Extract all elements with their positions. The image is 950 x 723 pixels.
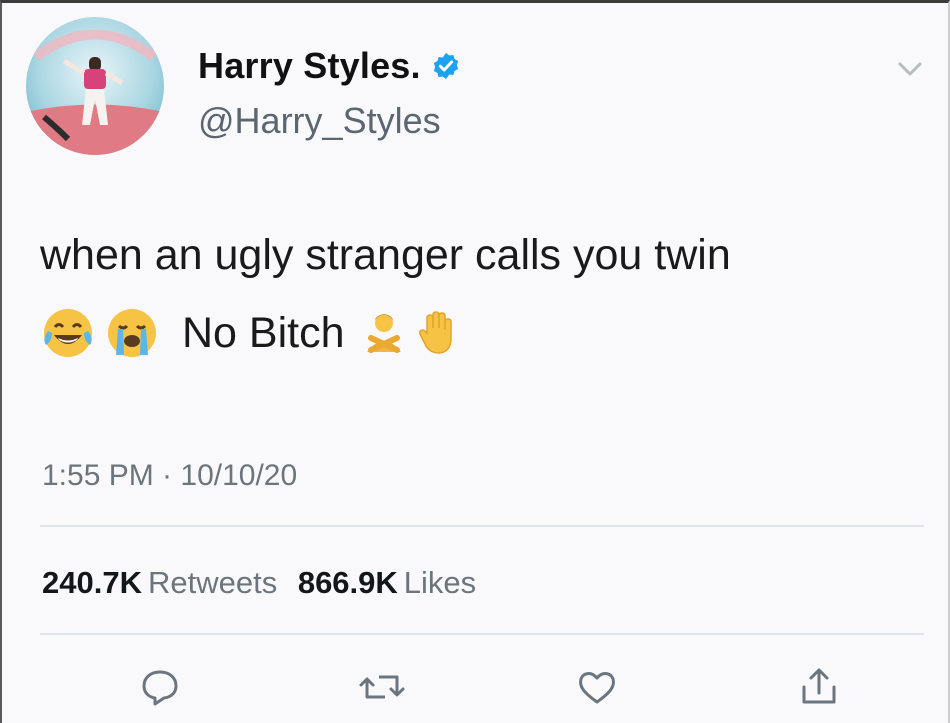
verified-badge-icon xyxy=(431,51,461,81)
retweets-stat[interactable]: 240.7K Retweets xyxy=(42,565,298,600)
retweets-label: Retweets xyxy=(147,565,278,600)
retweet-icon[interactable] xyxy=(357,667,407,707)
tweet-timestamp[interactable]: 1:55 PM · 10/10/20 xyxy=(42,459,297,493)
tweet-stats: 240.7K Retweets 866.9K Likes xyxy=(42,565,488,601)
tweet-text-line2: No Bitch xyxy=(40,305,461,361)
raised-hand-icon xyxy=(415,310,461,356)
divider xyxy=(40,633,924,635)
reply-icon[interactable] xyxy=(138,667,182,707)
person-gesturing-no-icon xyxy=(361,310,407,356)
heart-icon[interactable] xyxy=(575,667,619,707)
loudly-crying-face-icon xyxy=(104,305,160,361)
share-icon[interactable] xyxy=(797,667,841,707)
retweets-count: 240.7K xyxy=(42,565,142,600)
tweet-card: Harry Styles. @Harry_Styles when an ugly… xyxy=(0,0,950,723)
likes-count: 866.9K xyxy=(297,565,398,600)
author-name-row: Harry Styles. xyxy=(198,45,461,87)
author-handle[interactable]: @Harry_Styles xyxy=(198,100,441,142)
likes-stat[interactable]: 866.9K Likes xyxy=(298,565,488,600)
tweet-text-no-bitch: No Bitch xyxy=(182,308,345,357)
face-with-tears-of-joy-icon xyxy=(40,305,96,361)
chevron-down-icon[interactable] xyxy=(892,58,928,82)
tweet-text-line1: when an ugly stranger calls you twin xyxy=(40,231,731,279)
avatar-image xyxy=(26,17,164,155)
author-display-name[interactable]: Harry Styles. xyxy=(198,45,421,87)
likes-label: Likes xyxy=(403,565,477,600)
divider xyxy=(40,525,924,527)
avatar[interactable] xyxy=(26,17,164,155)
